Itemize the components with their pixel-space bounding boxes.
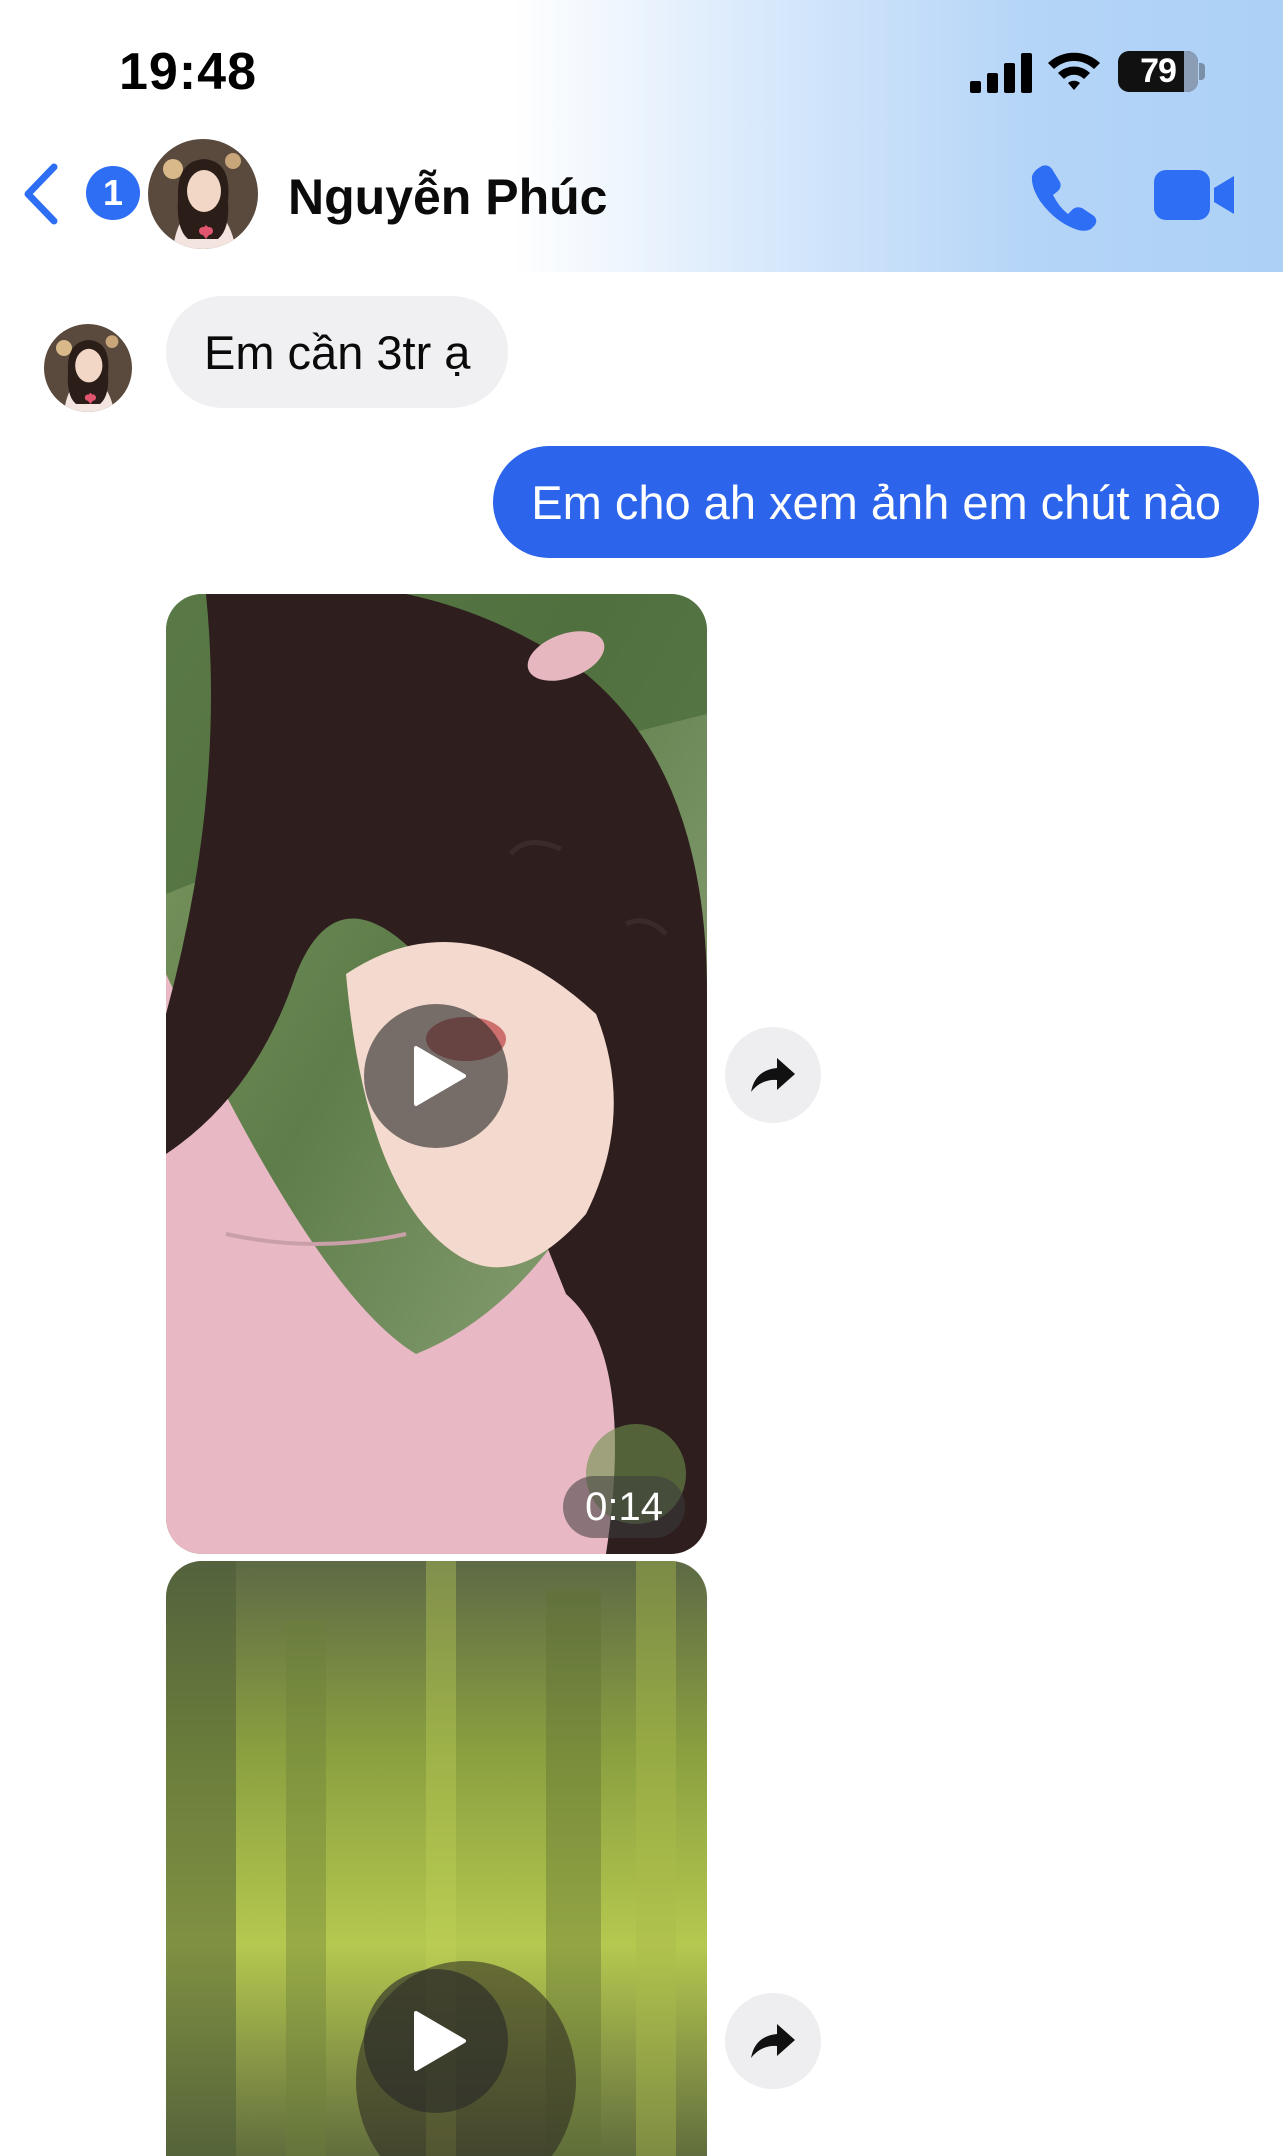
battery-tip [1199,63,1205,80]
wifi-icon [1048,52,1100,90]
video-message[interactable]: 0:14 [166,594,707,1554]
battery-level-text: 79 [1140,52,1177,90]
play-icon [414,1046,466,1106]
share-arrow-icon [751,1058,795,1092]
contact-name[interactable]: Nguyễn Phúc [288,168,607,226]
outgoing-message-bubble[interactable]: Em cho ah xem ảnh em chút nào [493,446,1259,558]
messenger-chat-screen: 19:48 79 1 Nguyễn Phúc Em cần 3tr ạ Em c… [0,0,1283,2156]
chevron-left-icon [24,163,58,225]
battery-empty-portion [1183,51,1198,92]
contact-avatar[interactable] [148,139,258,249]
back-button[interactable]: 1 [20,160,140,228]
avatar-photo [148,139,258,249]
share-button[interactable] [725,1993,821,2089]
sender-avatar[interactable] [44,324,132,412]
battery-indicator: 79 [1118,51,1198,92]
play-button[interactable] [364,1004,508,1148]
video-message[interactable] [166,1561,707,2156]
cellular-signal-icon [970,53,1032,93]
incoming-message-bubble[interactable]: Em cần 3tr ạ [166,296,509,408]
unread-count-badge: 1 [86,166,140,220]
avatar-photo [44,324,132,412]
video-duration: 0:14 [563,1476,685,1538]
status-time: 19:48 [119,43,257,101]
share-arrow-icon [751,2024,795,2058]
chat-header: 19:48 79 1 Nguyễn Phúc [0,0,1283,272]
video-camera-icon[interactable] [1154,166,1236,224]
share-button[interactable] [725,1027,821,1123]
play-button[interactable] [364,1969,508,2113]
phone-icon[interactable] [1028,160,1100,232]
play-icon [414,2011,466,2071]
